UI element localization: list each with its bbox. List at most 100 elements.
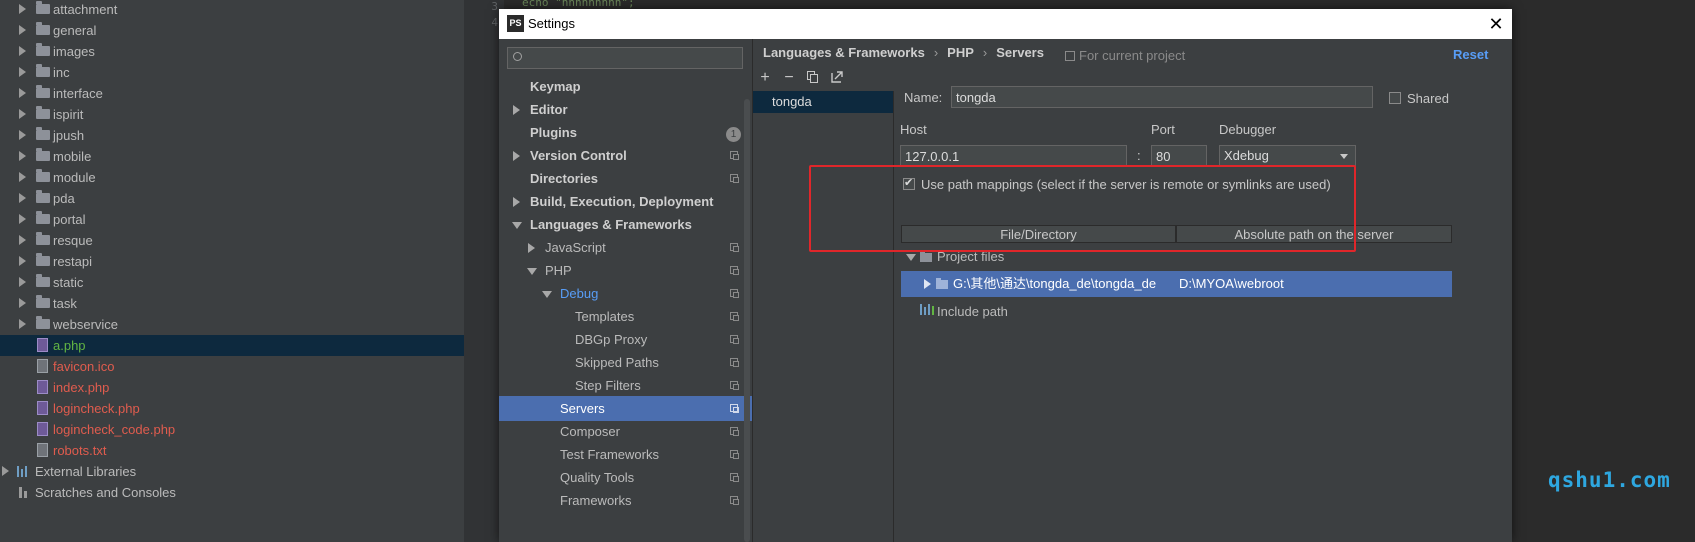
port-input[interactable] [1151,145,1207,167]
chevron-right-icon[interactable] [19,151,26,161]
column-header-absolute-path[interactable]: Absolute path on the server [1176,225,1452,243]
nav-item-debug[interactable]: Debug [499,281,752,306]
server-name-input[interactable] [951,86,1373,108]
tree-folder-module[interactable]: module [0,167,464,188]
chevron-right-icon[interactable] [19,130,26,140]
server-list-item[interactable]: tongda [753,91,893,113]
chevron-right-icon[interactable] [19,109,26,119]
nav-item-plugins[interactable]: Plugins 1 [499,120,752,145]
chevron-down-icon[interactable] [542,291,552,298]
chevron-right-icon[interactable] [19,319,26,329]
search-icon [513,52,522,61]
import-server-button[interactable] [826,67,848,89]
tree-label: task [53,296,77,311]
chevron-right-icon[interactable] [19,193,26,203]
nav-item-servers[interactable]: Servers [499,396,752,421]
chevron-right-icon[interactable] [19,4,26,14]
chevron-right-icon[interactable] [19,235,26,245]
nav-item-build[interactable]: Build, Execution, Deployment [499,189,752,214]
chevron-right-icon[interactable] [513,105,520,115]
watermark: qshu1.com [1548,468,1671,492]
nav-item-editor[interactable]: Editor [499,97,752,122]
chevron-down-icon[interactable] [527,268,537,275]
nav-item-test-frameworks[interactable]: Test Frameworks [499,442,752,467]
reset-link[interactable]: Reset [1453,47,1488,62]
chevron-right-icon[interactable] [528,243,535,253]
add-server-button[interactable]: + [754,67,776,89]
host-input[interactable] [900,145,1127,167]
nav-item-step-filters[interactable]: Step Filters [499,373,752,398]
tree-external-libraries[interactable]: External Libraries [0,461,464,482]
settings-search-input[interactable] [507,47,743,69]
nav-item-directories[interactable]: Directories [499,166,752,191]
search-field[interactable] [526,48,736,68]
nav-item-keymap[interactable]: Keymap [499,74,752,99]
folder-icon [36,190,50,203]
nav-item-label: Composer [560,424,620,439]
shared-checkbox[interactable] [1389,92,1401,104]
nav-item-composer[interactable]: Composer [499,419,752,444]
tree-folder-interface[interactable]: interface [0,83,464,104]
nav-item-javascript[interactable]: JavaScript [499,235,752,260]
remove-server-button[interactable]: − [778,67,800,89]
tree-folder-task[interactable]: task [0,293,464,314]
chevron-right-icon[interactable] [19,277,26,287]
nav-scrollbar[interactable] [744,99,750,542]
tree-folder-images[interactable]: images [0,41,464,62]
chevron-right-icon[interactable] [924,279,931,289]
tree-folder-ispirit[interactable]: ispirit [0,104,464,125]
tree-file-logincheck.php[interactable]: logincheck.php [0,398,464,419]
tree-file-logincheck_code.php[interactable]: logincheck_code.php [0,419,464,440]
tree-folder-inc[interactable]: inc [0,62,464,83]
chevron-right-icon[interactable] [19,67,26,77]
tree-folder-pda[interactable]: pda [0,188,464,209]
chevron-right-icon[interactable] [513,197,520,207]
chevron-right-icon[interactable] [2,466,9,476]
chevron-right-icon[interactable] [19,256,26,266]
tree-label: resque [53,233,93,248]
tree-folder-portal[interactable]: portal [0,209,464,230]
tree-folder-resque[interactable]: resque [0,230,464,251]
tree-folder-general[interactable]: general [0,20,464,41]
nav-item-skipped-paths[interactable]: Skipped Paths [499,350,752,375]
chevron-right-icon[interactable] [19,214,26,224]
chevron-right-icon[interactable] [19,172,26,182]
nav-item-frameworks[interactable]: Frameworks [499,488,752,513]
tree-folder-attachment[interactable]: attachment [0,0,464,20]
chevron-right-icon[interactable] [19,25,26,35]
chevron-right-icon[interactable] [513,151,520,161]
tree-folder-mobile[interactable]: mobile [0,146,464,167]
tree-folder-jpush[interactable]: jpush [0,125,464,146]
nav-item-languages[interactable]: Languages & Frameworks [499,212,752,237]
column-header-file-directory[interactable]: File/Directory [901,225,1176,243]
table-row-include-path[interactable]: Include path [901,299,1452,325]
chevron-down-icon[interactable] [512,222,522,229]
use-path-mappings-checkbox[interactable] [903,176,915,190]
folder-icon [36,1,50,14]
debugger-select[interactable]: Xdebug [1219,145,1356,167]
local-path-cell[interactable]: G:\其他\通达\tongda_de\tongda_de [953,271,1171,297]
nav-item-php[interactable]: PHP [499,258,752,283]
tree-folder-restapi[interactable]: restapi [0,251,464,272]
folder-icon [36,232,50,245]
nav-item-version-control[interactable]: Version Control [499,143,752,168]
close-button[interactable]: ✕ [1484,12,1508,36]
chevron-right-icon[interactable] [19,46,26,56]
tree-file-robots.txt[interactable]: robots.txt [0,440,464,461]
tree-file-index.php[interactable]: index.php [0,377,464,398]
remote-path-cell[interactable]: D:\MYOA\webroot [1179,271,1284,297]
nav-item-templates[interactable]: Templates [499,304,752,329]
nav-item-quality-tools[interactable]: Quality Tools [499,465,752,490]
tree-folder-webservice[interactable]: webservice [0,314,464,335]
tree-file-a.php[interactable]: a.php [0,335,464,356]
chevron-right-icon[interactable] [19,298,26,308]
copy-server-button[interactable] [802,67,824,89]
chevron-down-icon[interactable] [906,254,916,261]
nav-item-dbgp-proxy[interactable]: DBGp Proxy [499,327,752,352]
table-row-project-files[interactable]: Project files [901,244,1452,270]
chevron-right-icon[interactable] [19,88,26,98]
tree-file-favicon.ico[interactable]: favicon.ico [0,356,464,377]
tree-scratches[interactable]: Scratches and Consoles [0,482,464,503]
tree-folder-static[interactable]: static [0,272,464,293]
table-row-mapping[interactable]: G:\其他\通达\tongda_de\tongda_de D:\MYOA\web… [901,271,1452,297]
